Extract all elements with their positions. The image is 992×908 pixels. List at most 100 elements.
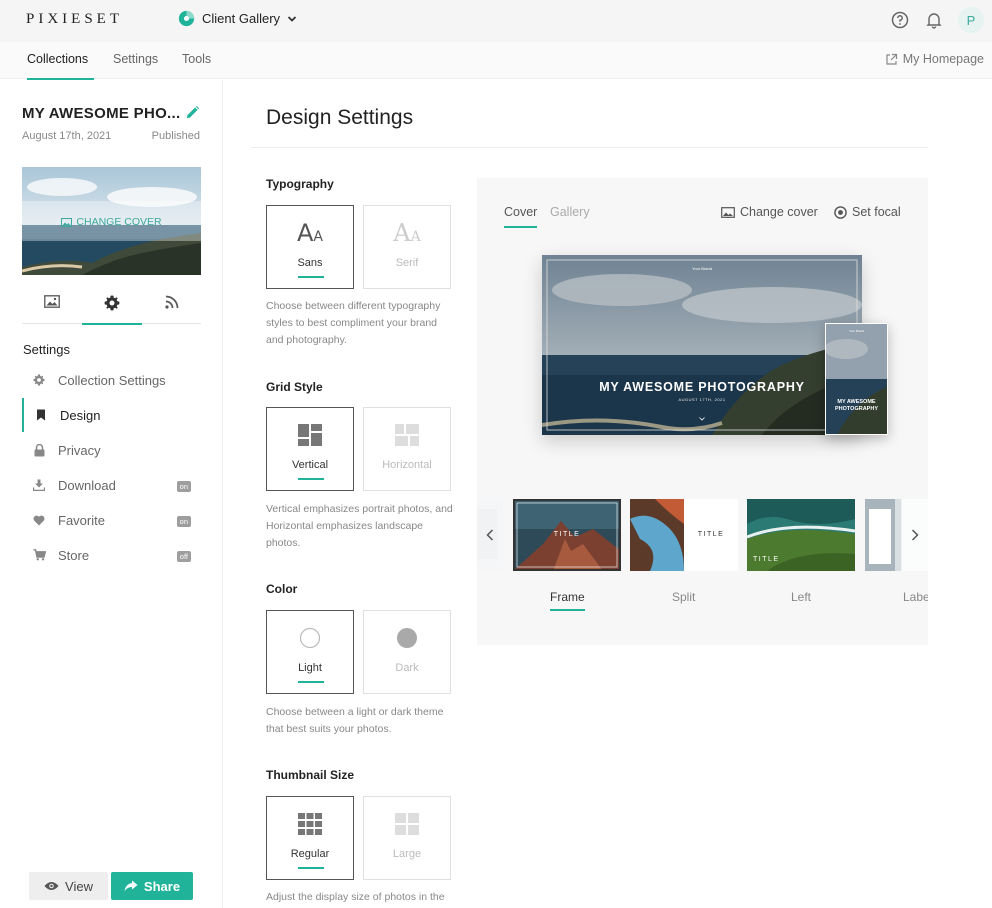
avatar[interactable]: P xyxy=(958,7,984,33)
tab-settings-gear[interactable] xyxy=(82,295,142,325)
design-preview-panel: Cover Gallery Change cover Set focal You… xyxy=(477,178,928,645)
sidebar-item-design[interactable]: Design xyxy=(22,398,201,432)
tab-collections[interactable]: Collections xyxy=(27,52,95,80)
thumbnail-option-regular[interactable]: Regular xyxy=(266,796,354,880)
change-cover-overlay: CHANGE COVER xyxy=(22,216,201,228)
cover-photo xyxy=(826,324,887,434)
sidebar-item-collection-settings[interactable]: Collection Settings xyxy=(22,363,201,397)
serif-aa-icon: AA xyxy=(393,219,421,247)
gear-icon xyxy=(22,374,56,386)
rss-icon xyxy=(165,295,179,309)
thumbnail-size-description: Adjust the display size of photos in the xyxy=(266,891,445,903)
layout-label-left[interactable]: Left xyxy=(791,590,811,604)
brand-text: Your Brand xyxy=(692,266,712,271)
bookmark-icon xyxy=(24,409,58,421)
option-label: Light xyxy=(298,662,322,674)
color-description: Choose between a light or dark theme tha… xyxy=(266,706,444,735)
cover-thumbnail[interactable]: CHANGE COVER xyxy=(22,167,201,275)
preview-tab-cover[interactable]: Cover xyxy=(504,205,538,228)
mobile-cover-preview: Your Brand MY AWESOME PHOTOGRAPHY xyxy=(825,323,888,435)
sidebar-item-label: Collection Settings xyxy=(58,372,166,388)
view-button[interactable]: View xyxy=(29,872,108,900)
help-icon[interactable] xyxy=(890,10,910,30)
collection-date: August 17th, 2021 xyxy=(22,130,112,142)
set-focal-button[interactable]: Set focal xyxy=(834,205,901,219)
selected-underline xyxy=(298,276,324,278)
cover-date-text: AUGUST 17TH, 2021 xyxy=(678,397,726,402)
light-circle-icon xyxy=(267,623,353,653)
chevron-left-icon xyxy=(486,529,494,541)
cover-layout-thumb-frame[interactable]: TITLE xyxy=(513,499,621,571)
thumbnail-option-large[interactable]: Large xyxy=(363,796,451,880)
notification-bell-icon[interactable] xyxy=(924,10,944,30)
chevron-down-icon xyxy=(699,417,705,421)
app-switcher[interactable]: Client Gallery xyxy=(178,10,297,27)
typography-option-serif[interactable]: AA Serif xyxy=(363,205,451,289)
option-label: Horizontal xyxy=(382,459,432,471)
lock-icon xyxy=(22,443,56,457)
thumb-title-text: TITLE xyxy=(697,531,725,538)
option-label: Vertical xyxy=(291,459,329,471)
chevron-right-icon xyxy=(911,529,919,541)
sidebar-item-favorite[interactable]: Favorite on xyxy=(22,503,201,537)
client-gallery-icon xyxy=(178,10,195,27)
typography-description: Choose between different typography styl… xyxy=(266,300,441,346)
thumb-title-text: TITLE xyxy=(753,556,780,563)
status-badge: on xyxy=(176,516,191,527)
grid-style-heading: Grid Style xyxy=(266,380,323,394)
set-focal-label: Set focal xyxy=(852,205,901,219)
settings-heading: Settings xyxy=(23,342,70,357)
tab-photos[interactable] xyxy=(22,295,82,323)
carousel-prev-button[interactable] xyxy=(477,499,503,571)
sidebar-item-label: Privacy xyxy=(58,442,101,458)
share-arrow-icon xyxy=(124,880,138,892)
app-name: Client Gallery xyxy=(202,11,281,26)
selected-underline xyxy=(298,478,324,480)
selected-underline xyxy=(298,681,324,683)
change-cover-label: Change cover xyxy=(740,205,818,219)
pencil-icon[interactable] xyxy=(185,105,200,120)
focal-point-icon xyxy=(834,205,847,219)
option-label: Sans xyxy=(297,257,323,269)
layout-label-split[interactable]: Split xyxy=(672,590,695,604)
image-icon xyxy=(61,217,73,227)
cover-layout-thumb-split[interactable]: TITLE xyxy=(630,499,738,571)
sidebar-item-privacy[interactable]: Privacy xyxy=(22,433,201,467)
chevron-down-icon xyxy=(287,15,297,22)
color-option-light[interactable]: Light xyxy=(266,610,354,694)
share-button[interactable]: Share xyxy=(111,872,193,900)
image-icon xyxy=(44,295,60,308)
color-option-dark[interactable]: Dark xyxy=(363,610,451,694)
change-cover-button[interactable]: Change cover xyxy=(721,205,818,219)
horizontal-grid-icon xyxy=(364,420,450,450)
sidebar-item-store[interactable]: Store off xyxy=(22,538,201,572)
external-link-icon xyxy=(886,53,897,65)
sidebar: MY AWESOME PHO... August 17th, 2021 Publ… xyxy=(0,80,223,908)
cover-title-text: MY AWESOME PHOTOGRAPHY xyxy=(599,380,805,394)
grid-style-option-horizontal[interactable]: Horizontal xyxy=(363,407,451,491)
typography-heading: Typography xyxy=(266,177,334,191)
sidebar-item-download[interactable]: Download on xyxy=(22,468,201,502)
typography-option-sans[interactable]: AA Sans xyxy=(266,205,354,289)
image-icon xyxy=(721,206,735,218)
layout-label-label[interactable]: Label xyxy=(903,590,928,604)
my-homepage-label: My Homepage xyxy=(902,52,984,66)
page-title: Design Settings xyxy=(266,106,414,129)
sans-aa-icon: AA xyxy=(297,219,323,247)
preview-tab-gallery[interactable]: Gallery xyxy=(550,205,590,219)
grid-style-option-vertical[interactable]: Vertical xyxy=(266,407,354,491)
thumbnail-size-heading: Thumbnail Size xyxy=(266,768,355,782)
tab-settings[interactable]: Settings xyxy=(113,52,158,66)
cover-layout-thumb-left[interactable]: TITLE xyxy=(747,499,855,571)
option-label: Regular xyxy=(290,848,330,860)
pixieset-logo[interactable]: PIXIESET xyxy=(26,11,123,28)
sidebar-tabs xyxy=(22,291,202,325)
tab-feed[interactable] xyxy=(142,295,202,323)
my-homepage-link[interactable]: My Homepage xyxy=(885,52,984,66)
carousel-next-button[interactable] xyxy=(902,499,928,571)
color-heading: Color xyxy=(266,582,298,596)
layout-label-frame[interactable]: Frame xyxy=(550,590,585,611)
tab-tools[interactable]: Tools xyxy=(182,52,211,66)
cover-title-text: MY AWESOME PHOTOGRAPHY xyxy=(835,399,878,412)
eye-icon xyxy=(44,882,59,890)
